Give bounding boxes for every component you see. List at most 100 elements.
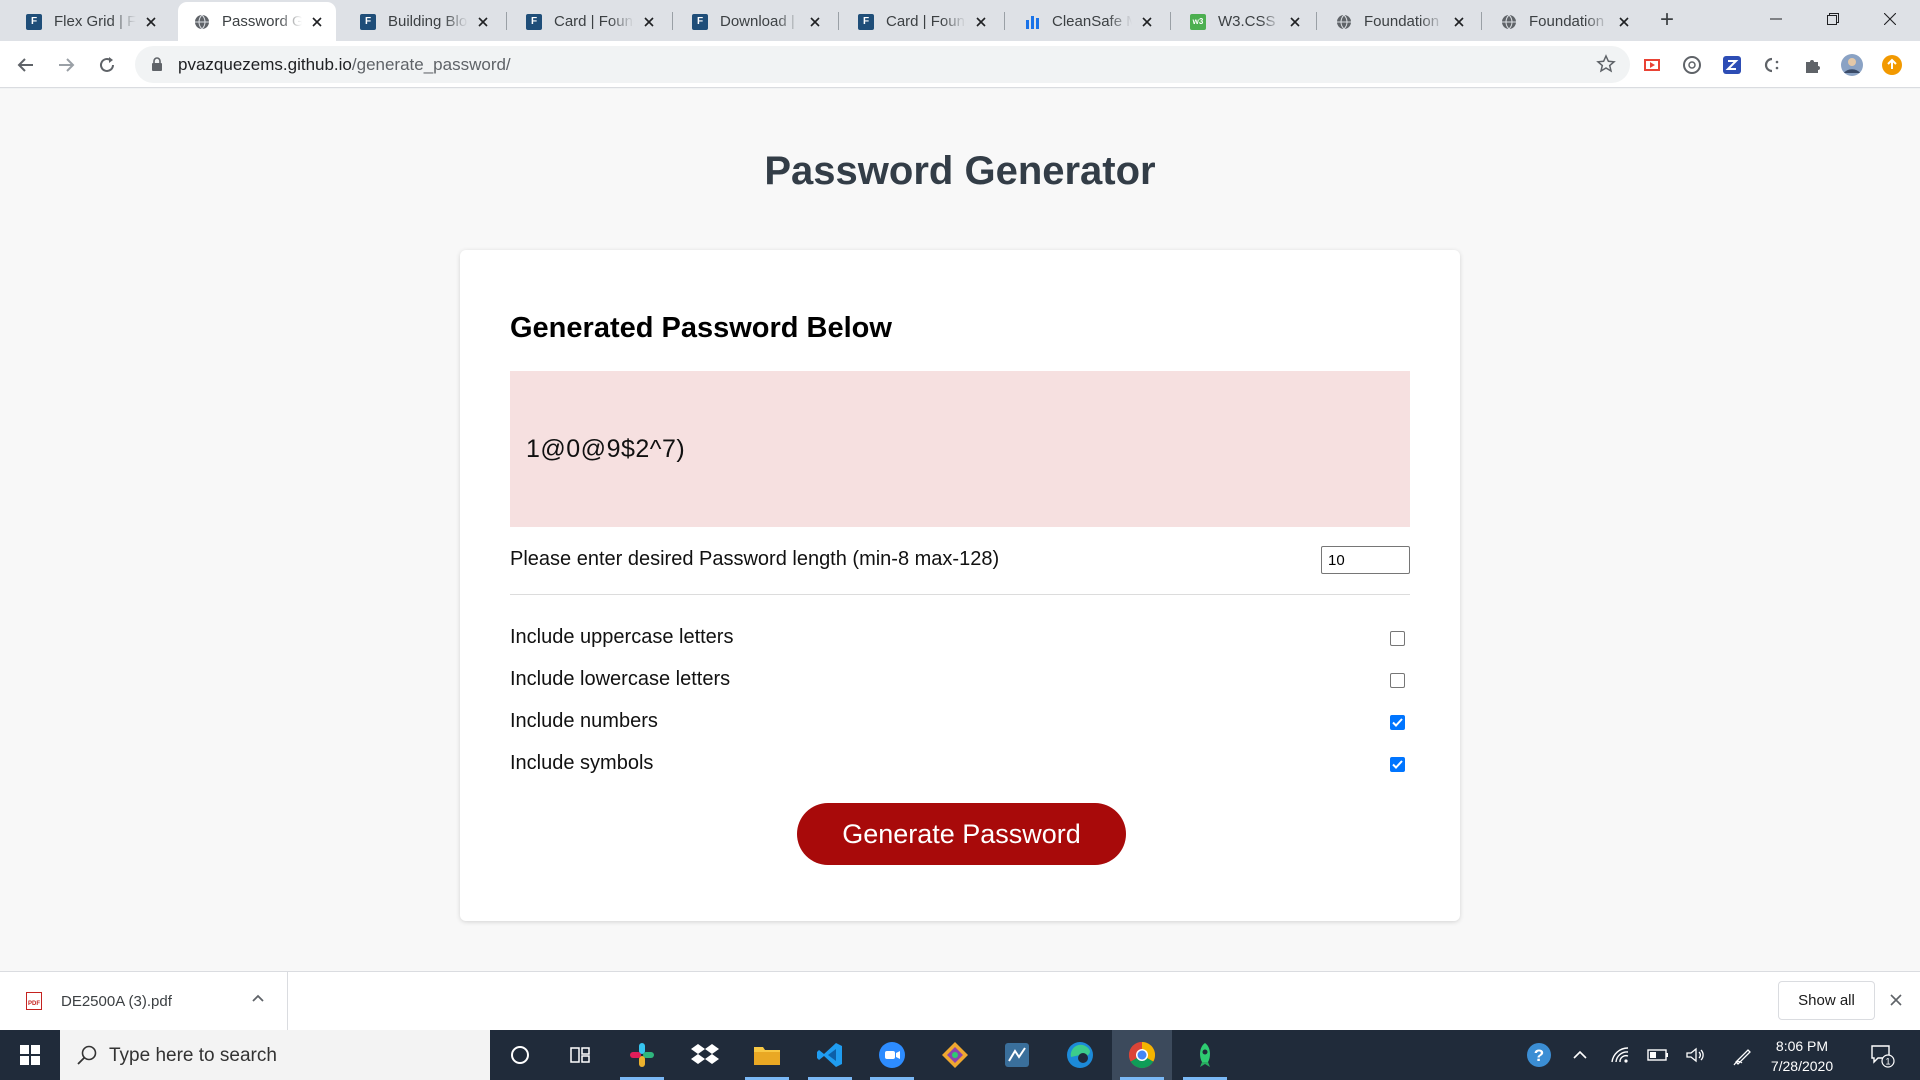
cleansafe-icon [1024,14,1040,30]
close-window-button[interactable] [1867,4,1913,34]
numbers-checkbox[interactable] [1390,715,1405,730]
tab-close-icon[interactable] [806,13,824,31]
browser-tab[interactable]: Foundation [1485,2,1643,41]
extension-circle-icon[interactable] [1680,53,1704,77]
browser-tab[interactable]: F Card | Found [842,2,1000,41]
symbols-checkbox[interactable] [1390,757,1405,772]
tray-volume[interactable] [1681,1030,1711,1080]
taskbar-edge[interactable] [1050,1030,1110,1080]
mysql-workbench-icon [1005,1043,1029,1067]
cortana-button[interactable] [490,1030,550,1080]
taskbar-rocket-app[interactable] [1175,1030,1235,1080]
edge-icon [1067,1042,1093,1068]
lowercase-checkbox[interactable] [1390,673,1405,688]
password-display[interactable]: 1@0@9$2^7) [510,371,1410,527]
tab-title: Foundation [1364,13,1440,30]
forward-arrow-icon [59,58,75,72]
tab-close-icon[interactable] [972,13,990,31]
browser-tab[interactable]: Foundation [1320,2,1478,41]
action-center[interactable]: 1 [1862,1030,1902,1080]
extension-cc-icon[interactable] [1760,53,1784,77]
taskbar-slack[interactable] [612,1030,672,1080]
reload-icon [100,57,114,72]
restore-icon [1827,13,1839,25]
length-input[interactable] [1321,546,1410,574]
browser-tab[interactable]: w3 W3.CSS Tem [1174,2,1314,41]
notification-count: 1 [1885,1057,1890,1067]
browser-tab[interactable]: F Building Blo [344,2,502,41]
extension-z-icon[interactable] [1720,53,1744,77]
wifi-icon [1611,1047,1629,1063]
taskbar-search[interactable]: Type here to search [60,1030,490,1080]
checkmark-icon [1392,718,1403,727]
taskbar-clock[interactable]: 8:06 PM 7/28/2020 [1762,1036,1842,1076]
tab-separator [1316,12,1317,30]
tab-separator [838,12,839,30]
tab-separator [672,12,673,30]
windows-taskbar: Type here to search ? 8:06 PM 7/28/2020 … [0,1030,1920,1080]
forward-button[interactable] [51,50,81,80]
back-button[interactable] [11,50,41,80]
bookmark-star-icon[interactable] [1596,54,1616,74]
notification-icon: 1 [1871,1045,1895,1068]
tab-close-icon[interactable] [1615,13,1633,31]
download-item[interactable]: PDF DE2500A (3).pdf [0,972,288,1031]
profile-avatar-icon[interactable] [1840,53,1864,77]
slack-icon [630,1043,654,1067]
browser-tab[interactable]: Password Ge [178,2,336,41]
task-view-button[interactable] [550,1030,610,1080]
tray-pen[interactable] [1728,1030,1758,1080]
taskbar-mysql-workbench[interactable] [987,1030,1047,1080]
tab-close-icon[interactable] [142,13,160,31]
foundation-icon: F [858,13,874,30]
svg-text:?: ? [1534,1046,1544,1065]
browser-toolbar: pvazquezems.github.io/generate_password/ [0,41,1920,88]
close-icon[interactable] [1888,992,1904,1008]
tray-help[interactable]: ? [1521,1030,1557,1080]
tab-title: Card | Found [886,13,966,30]
chevron-up-icon[interactable] [250,990,266,1006]
url-host: pvazquezems.github.io [178,55,352,74]
generate-password-button[interactable]: Generate Password [797,803,1126,865]
browser-tab[interactable]: F Card | Found [510,2,668,41]
new-tab-button[interactable]: + [1655,8,1679,33]
tab-close-icon[interactable] [474,13,492,31]
uppercase-checkbox[interactable] [1390,631,1405,646]
restore-button[interactable] [1810,4,1856,34]
page-title: Password Generator [764,149,1156,193]
extension-cast-icon[interactable] [1640,53,1664,77]
tab-close-icon[interactable] [308,13,326,31]
w3css-icon: w3 [1190,13,1206,30]
browser-tab[interactable]: F Flex Grid | Fo [10,2,170,41]
tray-overflow[interactable] [1565,1030,1595,1080]
update-badge-icon[interactable] [1880,53,1904,77]
tab-separator [506,12,507,30]
windows-logo-icon [20,1045,40,1065]
address-bar[interactable]: pvazquezems.github.io/generate_password/ [135,46,1630,83]
tab-close-icon[interactable] [1450,13,1468,31]
taskbar-zoom[interactable] [862,1030,922,1080]
foundation-icon: F [360,13,376,30]
tab-close-icon[interactable] [640,13,658,31]
taskbar-dropbox[interactable] [675,1030,735,1080]
show-all-button[interactable]: Show all [1778,981,1875,1020]
browser-tab[interactable]: F Download | F [676,2,834,41]
minimize-button[interactable] [1753,4,1799,34]
extensions-puzzle-icon[interactable] [1800,53,1824,77]
browser-tab[interactable]: CleanSafe M [1008,2,1166,41]
tray-battery[interactable] [1643,1030,1673,1080]
taskbar-chrome[interactable] [1112,1030,1172,1080]
taskbar-file-explorer[interactable] [737,1030,797,1080]
length-label: Please enter desired Password length (mi… [510,548,1000,570]
tab-close-icon[interactable] [1286,13,1304,31]
help-question-icon: ? [1527,1043,1551,1067]
tab-title: Foundation [1529,13,1605,30]
start-button[interactable] [0,1030,60,1080]
tab-close-icon[interactable] [1138,13,1156,31]
taskbar-git-tool[interactable] [925,1030,985,1080]
foundation-icon: F [526,13,542,30]
search-placeholder: Type here to search [109,1045,277,1066]
tray-network[interactable] [1605,1030,1635,1080]
reload-button[interactable] [92,50,122,80]
taskbar-vscode[interactable] [800,1030,860,1080]
